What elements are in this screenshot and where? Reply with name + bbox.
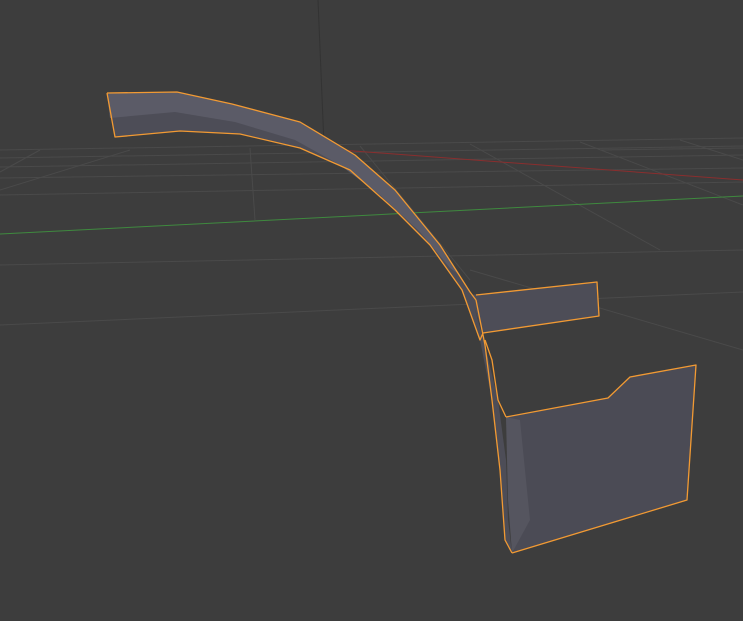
x-axis-line [339,149,743,181]
3d-viewport[interactable] [0,0,743,621]
mesh-arch-face [107,92,512,553]
grid-line [0,149,131,191]
grid-line [0,249,743,266]
viewport-canvas[interactable] [0,0,743,621]
selected-mesh-object[interactable] [106,91,697,554]
grid-line [0,291,743,326]
mesh-panel-face [506,365,696,553]
z-axis-line [317,0,325,146]
grid-line [0,154,743,168]
grid-line [249,147,256,221]
grid-line [0,149,41,173]
y-axis-line [0,195,743,235]
grid-line [469,143,661,251]
grid-line [679,139,743,161]
